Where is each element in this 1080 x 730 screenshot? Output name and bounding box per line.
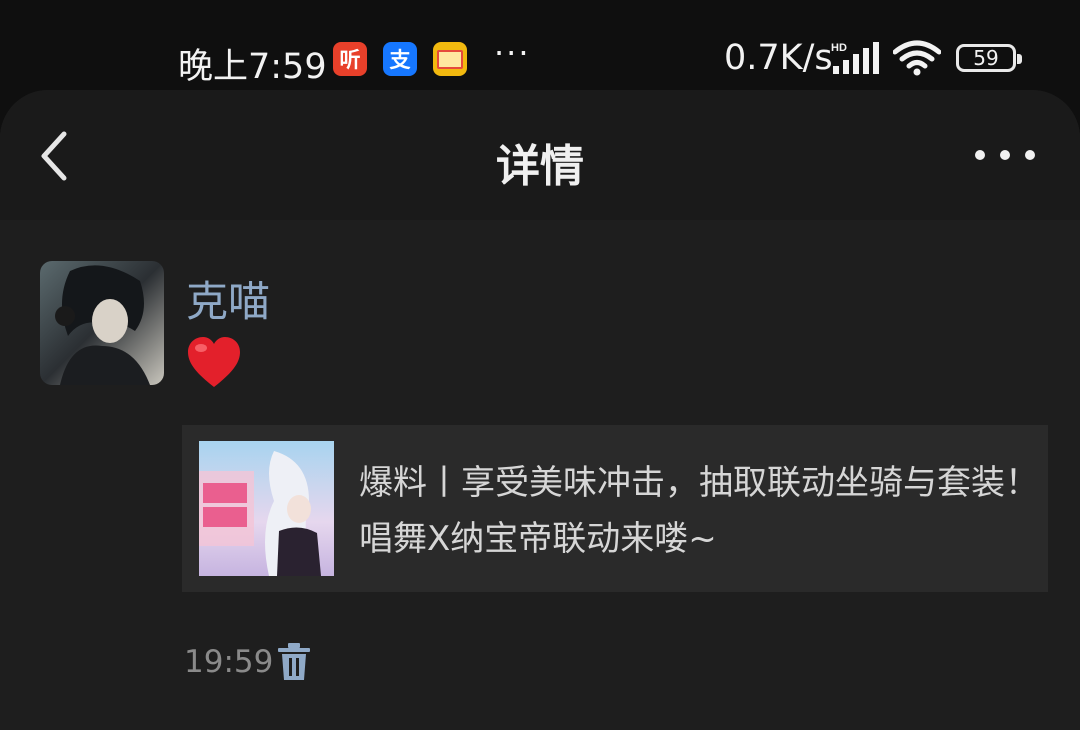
wifi-icon <box>893 40 941 76</box>
top-bar: 详情 <box>0 90 1080 220</box>
cellular-signal-icon: HD <box>831 42 879 74</box>
battery-indicator: 59 <box>956 44 1022 72</box>
delete-icon[interactable] <box>276 642 312 682</box>
network-speed: 0.7K/s <box>724 38 833 78</box>
more-options-icon[interactable] <box>975 140 1035 170</box>
mail-app-icon <box>433 42 467 76</box>
article-thumbnail <box>199 441 334 576</box>
status-more-icon: ··· <box>494 34 531 72</box>
username[interactable]: 克喵 <box>186 268 270 329</box>
post-timestamp: 19:59 <box>184 644 274 680</box>
page-title: 详情 <box>496 141 584 192</box>
heart-icon <box>188 337 240 387</box>
listen-app-icon: 听 <box>333 42 367 76</box>
article-title: 爆料丨享受美味冲击，抽取联动坐骑与套装！唱舞X纳宝帝联动来喽~ <box>359 463 1039 559</box>
status-time: 晚上7:59 <box>178 47 327 87</box>
shared-article-card[interactable]: 爆料丨享受美味冲击，抽取联动坐骑与套装！唱舞X纳宝帝联动来喽~ <box>182 425 1048 592</box>
alipay-app-icon: 支 <box>383 42 417 76</box>
status-bar: 晚上7:59 听 支 ··· 0.7K/s HD 59 <box>0 0 1080 100</box>
detail-sheet: 详情 克喵 爆料丨享受美味冲击，抽取联动坐骑与套装！唱舞X纳宝帝联动来喽~ 19… <box>0 90 1080 730</box>
post-content: 克喵 爆料丨享受美味冲击，抽取联动坐骑与套装！唱舞X纳宝帝联动来喽~ 19:59 <box>0 220 1080 730</box>
avatar[interactable] <box>40 261 164 385</box>
svg-text:HD: HD <box>831 42 847 54</box>
